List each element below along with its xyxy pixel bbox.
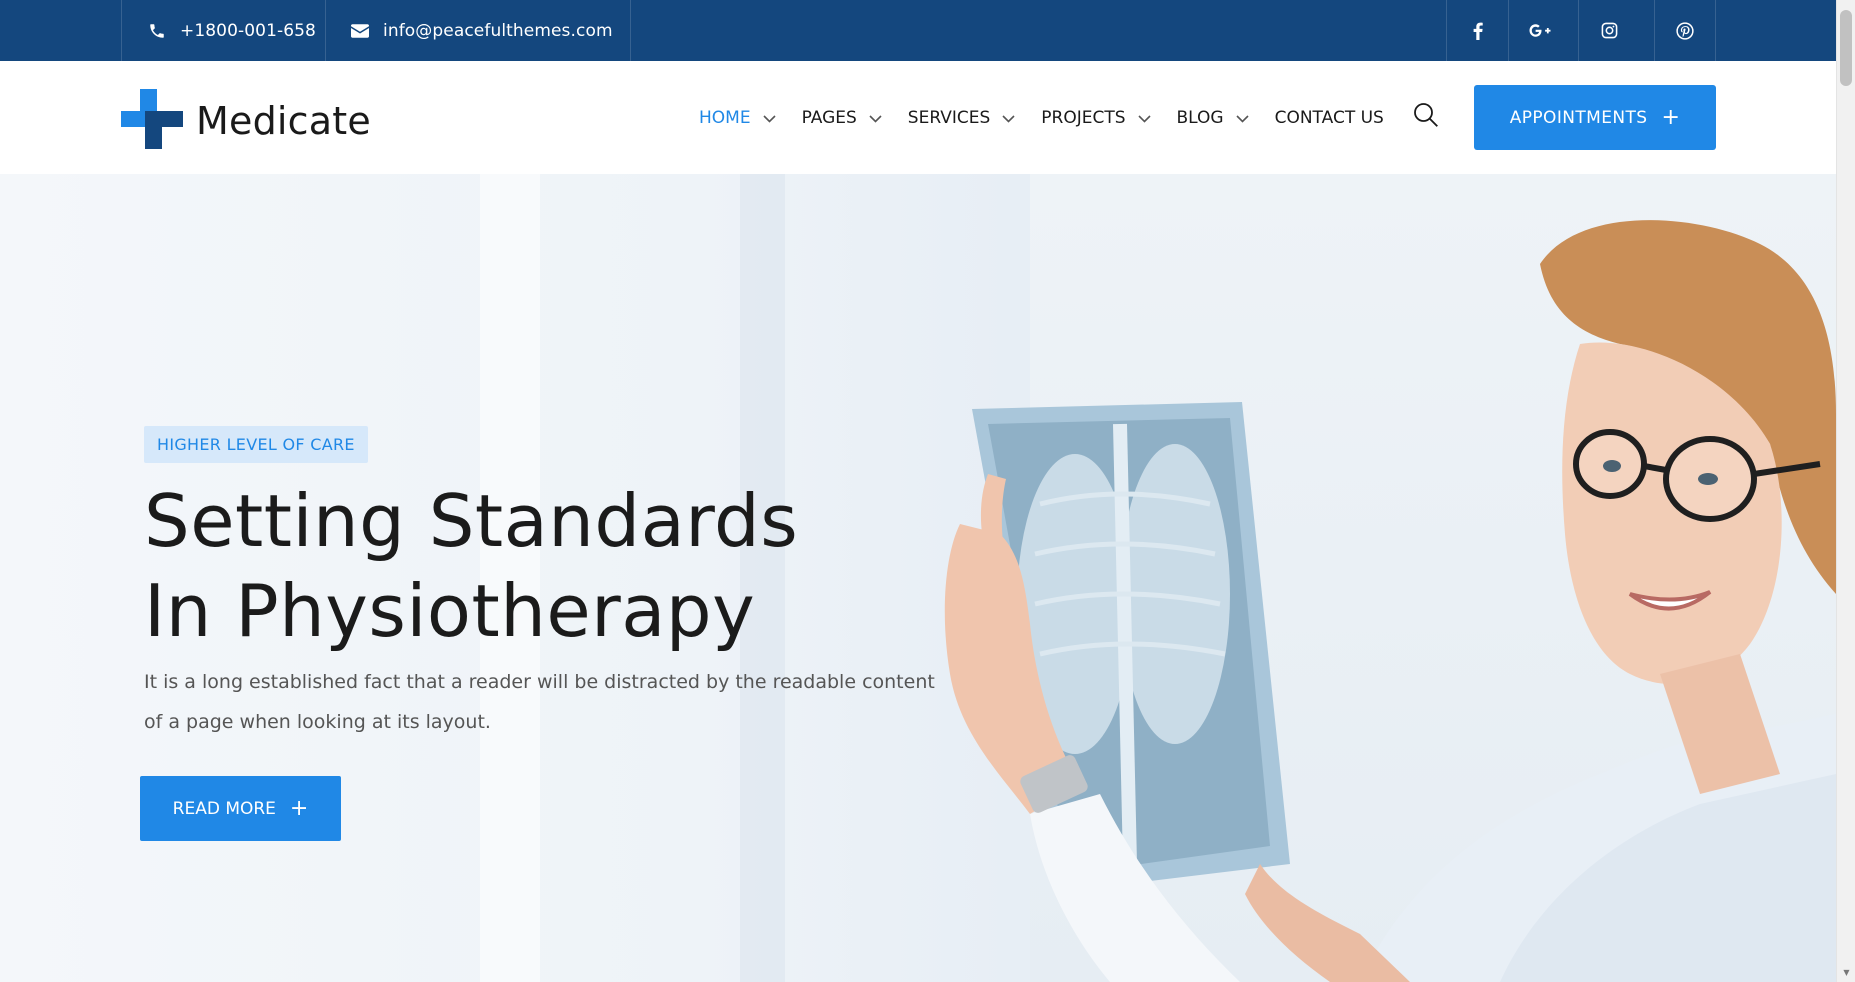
- logo-text: Medicate: [196, 99, 371, 143]
- search-button[interactable]: [1411, 102, 1441, 132]
- hero-tag: HIGHER LEVEL OF CARE: [144, 426, 368, 463]
- pinterest-link[interactable]: [1654, 0, 1716, 61]
- main-nav: HOME PAGES SERVICES PROJECTS BLOG CONTAC…: [699, 61, 1384, 174]
- chevron-down-icon: [1002, 108, 1015, 128]
- nav-item-projects[interactable]: PROJECTS: [1041, 107, 1151, 128]
- google-plus-link[interactable]: [1508, 0, 1570, 61]
- chevron-down-icon: [763, 108, 776, 128]
- nav-item-blog[interactable]: BLOG: [1177, 108, 1249, 128]
- pinterest-icon: [1676, 21, 1694, 40]
- chevron-down-icon: [869, 108, 882, 128]
- nav-item-services[interactable]: SERVICES: [908, 108, 1015, 128]
- phone-icon: [148, 22, 166, 40]
- nav-item-label: PROJECTS: [1041, 107, 1126, 128]
- hero-title-line2: In Physiotherapy: [144, 569, 756, 653]
- nav-item-label: CONTACT US: [1274, 107, 1384, 128]
- nav-item-label: BLOG: [1176, 107, 1224, 128]
- nav-item-contact[interactable]: CONTACT US: [1275, 108, 1384, 128]
- facebook-icon: [1473, 22, 1483, 40]
- phone-number: +1800-001-658: [180, 20, 316, 41]
- topbar-email[interactable]: info@peacefulthemes.com: [325, 0, 631, 61]
- topbar-phone[interactable]: +1800-001-658: [121, 0, 325, 61]
- plus-icon: +: [289, 796, 309, 821]
- scroll-down-arrow-icon[interactable]: ▼: [1841, 968, 1852, 978]
- search-icon: [1413, 102, 1439, 132]
- site-logo[interactable]: Medicate: [121, 89, 371, 153]
- hero-content: HIGHER LEVEL OF CARE Setting Standards I…: [144, 426, 954, 742]
- hero-title: Setting Standards In Physiotherapy: [144, 476, 954, 656]
- chevron-down-icon: [1236, 108, 1249, 128]
- nav-item-label: HOME: [699, 107, 751, 128]
- instagram-link[interactable]: [1578, 0, 1640, 61]
- main-header: Medicate HOME PAGES SERVICES PROJECTS BL…: [0, 61, 1836, 174]
- hero-description: It is a long established fact that a rea…: [144, 671, 935, 733]
- read-more-button[interactable]: READ MORE +: [140, 776, 341, 841]
- nav-item-pages[interactable]: PAGES: [802, 108, 882, 128]
- top-bar: +1800-001-658 info@peacefulthemes.com: [0, 0, 1836, 61]
- instagram-icon: [1601, 22, 1618, 39]
- medical-cross-icon: [121, 89, 183, 153]
- read-more-label: READ MORE: [172, 798, 276, 819]
- nav-item-label: SERVICES: [907, 107, 991, 128]
- hero-section: HIGHER LEVEL OF CARE Setting Standards I…: [0, 174, 1836, 982]
- doctor-with-xray-image: [944, 220, 1836, 982]
- nav-item-home[interactable]: HOME: [699, 108, 776, 128]
- scrollbar-thumb[interactable]: [1840, 10, 1852, 86]
- appointments-label: APPOINTMENTS: [1509, 107, 1648, 128]
- page-scrollbar[interactable]: ▼: [1836, 0, 1855, 982]
- google-plus-icon: [1528, 23, 1552, 39]
- nav-item-label: PAGES: [801, 107, 857, 128]
- chevron-down-icon: [1137, 108, 1151, 128]
- email-address: info@peacefulthemes.com: [383, 20, 613, 41]
- plus-icon: +: [1661, 105, 1681, 130]
- hero-title-line1: Setting Standards: [144, 479, 799, 563]
- appointments-button[interactable]: APPOINTMENTS +: [1474, 85, 1716, 150]
- facebook-link[interactable]: [1446, 0, 1508, 61]
- envelope-icon: [351, 23, 369, 38]
